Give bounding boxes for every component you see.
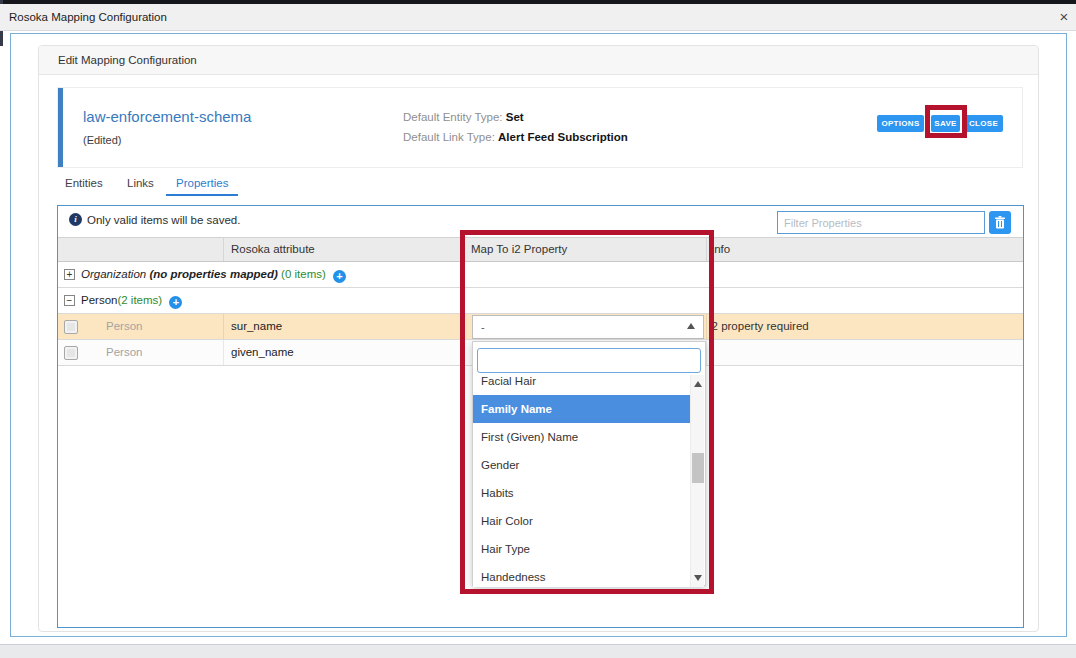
group-name: Organization xyxy=(81,268,146,280)
column-separator xyxy=(706,340,707,365)
group-count: (2 items) xyxy=(117,294,162,306)
close-icon[interactable]: × xyxy=(1054,7,1074,27)
column-header-map-to-i2-property: Map To i2 Property xyxy=(471,238,567,261)
dialog-title: Rosoka Mapping Configuration xyxy=(9,4,167,30)
column-separator xyxy=(706,314,707,339)
schema-accent-bar xyxy=(58,88,63,167)
column-separator xyxy=(706,238,707,261)
dropdown-item[interactable]: Habits xyxy=(473,479,691,507)
dropdown-scrollbar[interactable] xyxy=(690,375,704,587)
add-mapping-icon[interactable]: + xyxy=(333,270,346,283)
row-checkbox[interactable] xyxy=(64,346,78,360)
dropdown-item[interactable]: Handedness xyxy=(473,563,691,587)
cell-rosoka-attribute: given_name xyxy=(231,340,294,365)
tab-entities[interactable]: Entities xyxy=(65,177,103,189)
column-separator xyxy=(463,238,464,261)
cell-entity-type: Person xyxy=(106,314,142,339)
scrollbar-thumb[interactable] xyxy=(692,453,704,483)
schema-name: law-enforcement-schema xyxy=(83,108,251,125)
table-header-row: Rosoka attribute Map To i2 Property Info xyxy=(58,237,1023,262)
save-button[interactable]: SAVE xyxy=(931,115,960,132)
info-icon: i xyxy=(69,213,82,226)
dropdown-item[interactable]: Facial Hair xyxy=(473,375,691,395)
filter-properties-input[interactable] xyxy=(777,211,985,234)
edit-mapping-title: Edit Mapping Configuration xyxy=(58,46,197,74)
window-bottom-strip xyxy=(0,644,1076,658)
add-mapping-icon[interactable]: + xyxy=(169,296,182,309)
group-row-organization-label: Organization (no properties mapped) (0 i… xyxy=(81,262,346,287)
collapse-icon[interactable]: − xyxy=(64,295,75,306)
group-name: Person xyxy=(81,294,117,306)
dropdown-item-selected[interactable]: Family Name xyxy=(473,395,691,423)
chevron-up-icon xyxy=(687,323,695,329)
trash-icon xyxy=(994,216,1006,229)
cell-info: i2 property required xyxy=(709,314,809,339)
default-entity-type-label: Default Entity Type: xyxy=(403,111,503,123)
column-header-rosoka-attribute: Rosoka attribute xyxy=(231,238,315,261)
schema-card: law-enforcement-schema (Edited) Default … xyxy=(57,87,1023,168)
column-separator xyxy=(223,314,224,339)
schema-status: (Edited) xyxy=(83,134,122,146)
group-row-person-label: Person(2 items) + xyxy=(81,288,182,313)
select-value: - xyxy=(481,316,485,338)
clear-filter-button[interactable] xyxy=(989,211,1011,234)
scroll-up-button[interactable] xyxy=(691,375,705,393)
map-property-select[interactable]: - xyxy=(472,315,704,339)
tab-links[interactable]: Links xyxy=(127,177,154,189)
cell-entity-type: Person xyxy=(106,340,142,365)
dropdown-item[interactable]: Hair Color xyxy=(473,507,691,535)
table-notice: Only valid items will be saved. xyxy=(87,209,240,231)
dialog-titlebar: Rosoka Mapping Configuration × xyxy=(0,4,1076,31)
property-dropdown: Facial Hair Family Name First (Given) Na… xyxy=(472,341,706,586)
row-checkbox[interactable] xyxy=(64,320,78,334)
group-row-person: − Person(2 items) + xyxy=(58,288,1023,314)
expand-icon[interactable]: + xyxy=(64,269,75,280)
column-separator xyxy=(223,238,224,261)
default-entity-type-value: Set xyxy=(506,111,524,123)
scroll-down-button[interactable] xyxy=(691,569,705,587)
group-count: (0 items) xyxy=(281,268,326,280)
default-entity-type: Default Entity Type: Set xyxy=(403,111,524,123)
cell-rosoka-attribute: sur_name xyxy=(231,314,282,339)
default-link-type-label: Default Link Type: xyxy=(403,131,495,143)
column-header-info: Info xyxy=(711,238,730,261)
column-separator xyxy=(223,340,224,365)
group-note: (no properties mapped) xyxy=(149,268,277,280)
close-button[interactable]: CLOSE xyxy=(964,115,1003,132)
default-link-type: Default Link Type: Alert Feed Subscripti… xyxy=(403,131,628,143)
tab-active-underline xyxy=(166,194,238,196)
options-button[interactable]: OPTIONS xyxy=(877,115,924,132)
default-link-type-value: Alert Feed Subscription xyxy=(498,131,628,143)
dropdown-list: Facial Hair Family Name First (Given) Na… xyxy=(473,375,705,587)
tab-properties[interactable]: Properties xyxy=(176,177,228,189)
triangle-up-icon xyxy=(694,381,702,387)
group-row-organization: + Organization (no properties mapped) (0… xyxy=(58,262,1023,288)
triangle-down-icon xyxy=(694,575,702,581)
dropdown-item[interactable]: Hair Type xyxy=(473,535,691,563)
dropdown-search-input[interactable] xyxy=(477,348,701,373)
dropdown-item[interactable]: First (Given) Name xyxy=(473,423,691,451)
edit-mapping-panel-header: Edit Mapping Configuration xyxy=(39,46,1038,75)
dropdown-item[interactable]: Gender xyxy=(473,451,691,479)
